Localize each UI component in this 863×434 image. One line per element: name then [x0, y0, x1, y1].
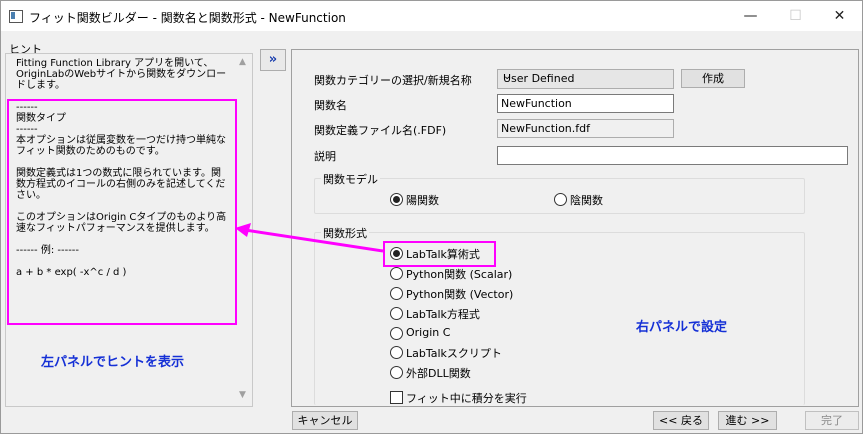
fdf-file-field: NewFunction.fdf [497, 119, 674, 138]
right-panel-note: 右パネルで設定 [636, 320, 728, 335]
close-button[interactable]: ✕ [817, 1, 862, 31]
radio-labtalk-script[interactable] [390, 346, 403, 359]
category-select[interactable]: User Defined ⌄ [497, 69, 674, 89]
left-panel-note: 左パネルでヒントを表示 [41, 355, 185, 370]
fdf-file-value: NewFunction.fdf [501, 122, 591, 135]
radio-labtalk-expression[interactable] [390, 247, 403, 260]
radio-implicit-label: 陰関数 [570, 194, 603, 207]
radio-python-scalar[interactable] [390, 267, 403, 280]
toggle-hint-button[interactable]: » [260, 49, 286, 71]
finish-button[interactable]: 完了 [805, 411, 859, 430]
pointer-arrow-icon [235, 223, 384, 253]
integrate-checkbox-label: フィット中に積分を実行 [406, 392, 527, 405]
scroll-down-icon[interactable]: ▼ [239, 390, 246, 400]
radio-labtalk-expression-label: LabTalk算術式 [406, 248, 480, 261]
description-label: 説明 [314, 150, 336, 163]
radio-python-vector[interactable] [390, 287, 403, 300]
app-icon [9, 10, 23, 23]
model-group-title: 関数モデル [321, 171, 380, 187]
title-bar: フィット関数ビルダー - 関数名と関数形式 - NewFunction — ☐ … [1, 1, 862, 31]
chevron-down-icon: ⌄ [503, 71, 512, 82]
function-name-input[interactable]: NewFunction [497, 94, 674, 113]
hint-highlight-box [7, 99, 237, 325]
radio-external-dll[interactable] [390, 366, 403, 379]
radio-labtalk-equation[interactable] [390, 307, 403, 320]
file-label: 関数定義ファイル名(.FDF) [314, 124, 447, 137]
description-input[interactable] [497, 146, 848, 165]
name-label: 関数名 [314, 99, 347, 112]
radio-implicit[interactable] [554, 193, 567, 206]
next-button[interactable]: 進む >> [718, 411, 777, 430]
radio-explicit[interactable] [390, 193, 403, 206]
scroll-up-icon[interactable]: ▲ [239, 57, 246, 67]
radio-labtalk-script-label: LabTalkスクリプト [406, 347, 502, 360]
radio-external-dll-label: 外部DLL関数 [406, 367, 471, 380]
radio-origin-c-label: Origin C [406, 326, 451, 339]
create-button[interactable]: 作成 [681, 69, 745, 88]
window-title: フィット関数ビルダー - 関数名と関数形式 - NewFunction [29, 11, 346, 25]
category-label: 関数カテゴリーの選択/新規名称 [314, 74, 472, 87]
radio-python-scalar-label: Python関数 (Scalar) [406, 268, 513, 281]
back-button[interactable]: << 戻る [653, 411, 709, 430]
radio-python-vector-label: Python関数 (Vector) [406, 288, 514, 301]
integrate-checkbox[interactable] [390, 391, 403, 404]
radio-origin-c[interactable] [390, 327, 403, 340]
maximize-button[interactable]: ☐ [773, 1, 818, 31]
function-name-value: NewFunction [501, 97, 572, 110]
radio-labtalk-equation-label: LabTalk方程式 [406, 308, 480, 321]
cancel-button[interactable]: キャンセル [292, 411, 358, 430]
dialog-window: フィット関数ビルダー - 関数名と関数形式 - NewFunction — ☐ … [0, 0, 863, 434]
radio-explicit-label: 陽関数 [406, 194, 439, 207]
minimize-button[interactable]: — [728, 1, 773, 31]
